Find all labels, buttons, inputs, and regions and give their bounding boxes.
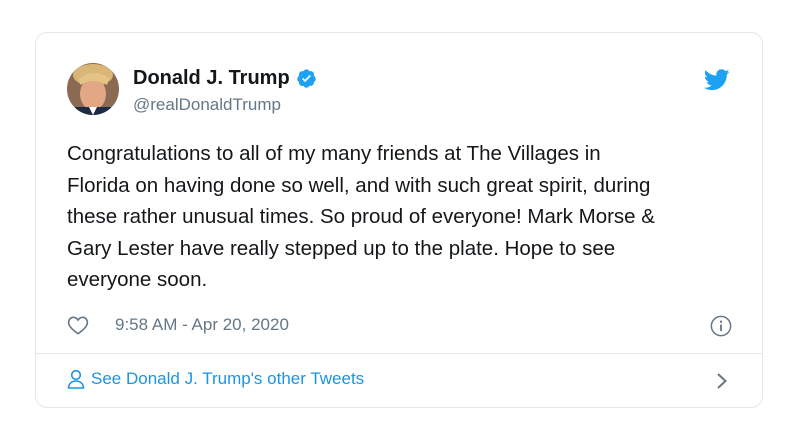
see-other-tweets-link[interactable]: See Donald J. Trump's other Tweets <box>67 369 364 389</box>
tweet-text: Congratulations to all of my many friend… <box>67 142 655 291</box>
see-other-tweets-label[interactable]: See Donald J. Trump's other Tweets <box>91 369 364 389</box>
heart-icon[interactable] <box>67 315 89 335</box>
verified-badge-icon <box>296 68 317 89</box>
author-name[interactable]: Donald J. Trump <box>133 67 290 90</box>
author-handle[interactable]: @realDonaldTrump <box>133 95 281 115</box>
tweet-card: Donald J. Trump @realDonaldTrump Congrat… <box>35 32 763 408</box>
author-name-row: Donald J. Trump <box>133 67 317 90</box>
avatar[interactable] <box>67 63 119 115</box>
footer-divider <box>36 353 762 354</box>
tweet-meta: 9:58 AM - Apr 20, 2020 <box>67 315 289 335</box>
info-icon[interactable] <box>710 315 732 337</box>
tweet-timestamp[interactable]: 9:58 AM - Apr 20, 2020 <box>115 315 289 335</box>
twitter-bird-icon[interactable] <box>703 69 730 91</box>
person-icon <box>67 369 85 389</box>
chevron-right-icon[interactable] <box>716 372 728 390</box>
